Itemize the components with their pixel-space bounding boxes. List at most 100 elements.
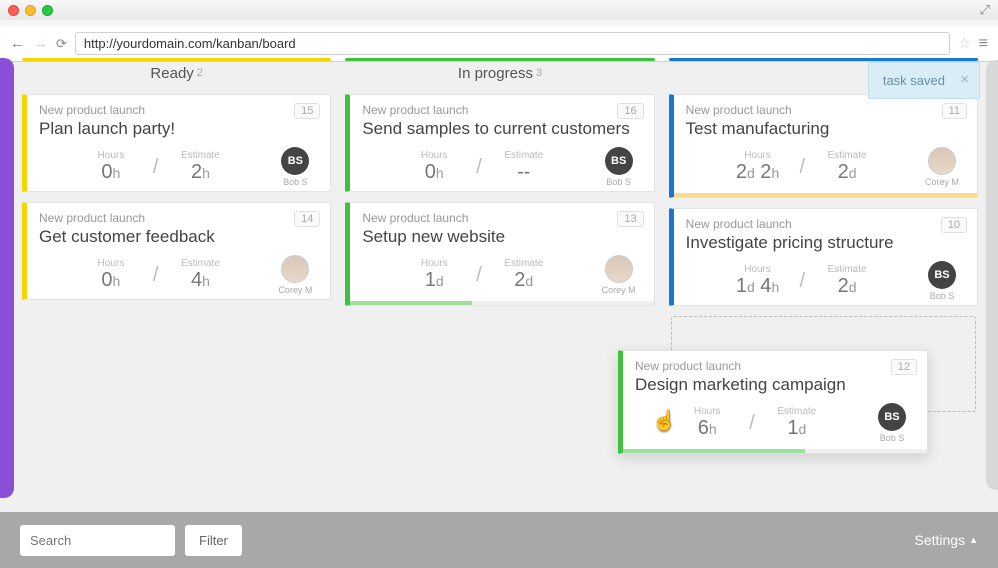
toast-message: task saved xyxy=(883,73,945,88)
estimate-value: 4h xyxy=(170,269,230,292)
filter-button[interactable]: Filter xyxy=(185,525,242,556)
avatar-photo xyxy=(281,255,309,283)
avatar-photo xyxy=(605,255,633,283)
task-title: Investigate pricing structure xyxy=(686,233,965,253)
project-label: New product launch xyxy=(362,103,641,117)
left-drawer-handle[interactable] xyxy=(0,58,14,498)
estimate-label: Estimate xyxy=(817,150,877,161)
task-card[interactable]: New product launch14Get customer feedbac… xyxy=(22,202,331,300)
project-label: New product launch xyxy=(686,103,965,117)
task-number-badge: 16 xyxy=(617,103,643,119)
hours-label: Hours xyxy=(404,258,464,269)
estimate-value: 2d xyxy=(494,269,554,292)
project-label: New product launch xyxy=(635,359,915,373)
task-title: Setup new website xyxy=(362,227,641,247)
hours-label: Hours xyxy=(404,150,464,161)
search-input[interactable] xyxy=(20,525,175,556)
assignee[interactable]: Corey M xyxy=(596,255,642,295)
hamburger-menu-icon[interactable]: ≡ xyxy=(979,35,988,53)
task-number-badge: 13 xyxy=(617,211,643,227)
metric-divider: / xyxy=(470,264,488,287)
column-accent-line xyxy=(22,58,331,61)
task-title: Get customer feedback xyxy=(39,227,318,247)
task-number-badge: 15 xyxy=(294,103,320,119)
assignee-name: Corey M xyxy=(272,285,318,295)
metric-divider: / xyxy=(147,264,165,287)
back-icon[interactable]: ← xyxy=(10,35,25,52)
dragging-card[interactable]: New product launch12Design marketing cam… xyxy=(618,350,928,454)
assignee[interactable]: BSBob S xyxy=(596,147,642,187)
estimate-label: Estimate xyxy=(494,150,554,161)
hours-label: Hours xyxy=(728,150,788,161)
task-title: Send samples to current customers xyxy=(362,119,641,139)
forward-icon: → xyxy=(33,35,48,52)
estimate-value: 2d xyxy=(817,275,877,298)
column-accent-line xyxy=(345,58,654,61)
estimate-label: Estimate xyxy=(494,258,554,269)
window-minimize-icon[interactable] xyxy=(25,5,36,16)
task-number-badge: 12 xyxy=(891,359,917,375)
assignee[interactable]: BS Bob S xyxy=(919,261,965,301)
assignee[interactable]: Corey M xyxy=(272,255,318,295)
window-zoom-icon[interactable] xyxy=(42,5,53,16)
column-in-progress: In progress 3 New product launch16Send s… xyxy=(343,58,656,506)
progress-bar xyxy=(350,301,653,305)
column-title: In progress xyxy=(458,65,533,82)
hours-label: Hours xyxy=(81,150,141,161)
task-title: Test manufacturing xyxy=(686,119,965,139)
task-number-badge: 10 xyxy=(941,217,967,233)
metric-divider: / xyxy=(794,156,812,179)
metric-divider: / xyxy=(470,156,488,179)
hours-value: 2d 2h xyxy=(728,161,788,184)
column-header[interactable]: Ready 2 xyxy=(20,58,333,88)
caret-up-icon: ▲ xyxy=(969,535,978,545)
avatar-initials: BS xyxy=(605,147,633,175)
column-accent-line xyxy=(669,58,978,61)
assignee-name: Bob S xyxy=(272,177,318,187)
estimate-value: 2d xyxy=(817,161,877,184)
hours-label: Hours xyxy=(728,264,788,275)
metric-divider: / xyxy=(794,270,812,293)
estimate-value: 2h xyxy=(170,161,230,184)
estimate-label: Estimate xyxy=(817,264,877,275)
project-label: New product launch xyxy=(686,217,965,231)
project-label: New product launch xyxy=(362,211,641,225)
task-card[interactable]: New product launch10Investigate pricing … xyxy=(669,208,978,306)
estimate-value: -- xyxy=(494,161,554,184)
bookmark-star-icon[interactable]: ☆ xyxy=(958,35,971,52)
avatar-initials: BS xyxy=(281,147,309,175)
task-number-badge: 14 xyxy=(294,211,320,227)
task-card[interactable]: New product launch13Setup new website Hou… xyxy=(345,202,654,306)
hours-value: 0h xyxy=(404,161,464,184)
bottom-toolbar: Filter Settings ▲ xyxy=(0,512,998,568)
reload-icon[interactable]: ⟳ xyxy=(56,36,67,52)
avatar-photo xyxy=(928,147,956,175)
assignee-name: Bob S xyxy=(919,291,965,301)
assignee-name: Corey M xyxy=(596,285,642,295)
column-title: Ready xyxy=(150,65,193,82)
estimate-label: Estimate xyxy=(170,258,230,269)
settings-button[interactable]: Settings ▲ xyxy=(914,532,978,548)
column-header[interactable]: In progress 3 xyxy=(343,58,656,88)
estimate-label: Estimate xyxy=(170,150,230,161)
task-card[interactable]: New product launch11Test manufacturing Ho… xyxy=(669,94,978,198)
assignee[interactable]: BS Bob S xyxy=(272,147,318,187)
settings-label: Settings xyxy=(914,532,965,548)
assignee[interactable]: Corey M xyxy=(919,147,965,187)
task-number-badge: 11 xyxy=(942,103,967,119)
progress-bar xyxy=(674,193,977,197)
column-count: 2 xyxy=(197,67,203,79)
hours-label: Hours xyxy=(81,258,141,269)
task-title: Design marketing campaign xyxy=(635,375,915,395)
task-title: Plan launch party! xyxy=(39,119,318,139)
column-ready: Ready 2 New product launch15Plan launch … xyxy=(20,58,333,506)
metric-divider: / xyxy=(147,156,165,179)
task-card[interactable]: New product launch16Send samples to curr… xyxy=(345,94,654,192)
right-drawer-handle[interactable] xyxy=(986,60,998,490)
hours-value: 1d xyxy=(404,269,464,292)
toast-close-icon[interactable]: × xyxy=(960,71,969,88)
window-close-icon[interactable] xyxy=(8,5,19,16)
task-card[interactable]: New product launch15Plan launch party!Ho… xyxy=(22,94,331,192)
avatar-initials: BS xyxy=(928,261,956,289)
expand-icon[interactable]: ⤢ xyxy=(980,2,990,18)
